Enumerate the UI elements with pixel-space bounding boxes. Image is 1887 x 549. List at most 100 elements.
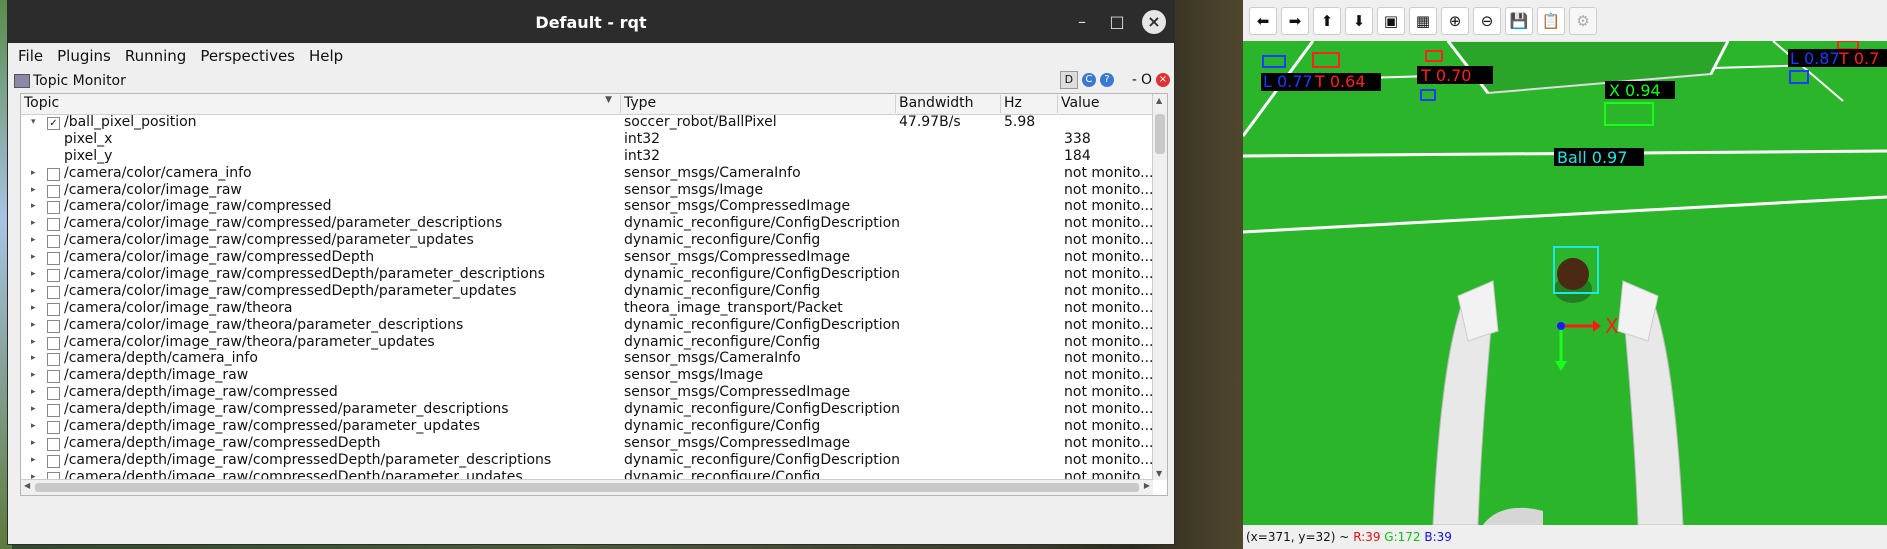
scroll-right-icon[interactable]: ▶: [1144, 481, 1150, 490]
table-row[interactable]: ▸ /camera/color/image_raw sensor_msgs/Imag…: [21, 182, 1153, 199]
monitor-checkbox[interactable]: [47, 404, 60, 418]
minimize-button[interactable]: –: [1070, 10, 1094, 34]
expand-right-icon[interactable]: ▸: [31, 435, 36, 452]
monitor-checkbox[interactable]: [47, 353, 60, 367]
monitor-checkbox[interactable]: [47, 319, 60, 333]
arrow-right-icon[interactable]: ➡: [1281, 6, 1309, 35]
menu-help[interactable]: Help: [309, 47, 343, 65]
menu-file[interactable]: File: [18, 47, 43, 65]
topic-type: dynamic_reconfigure/Config: [624, 333, 821, 350]
monitor-checkbox[interactable]: [47, 235, 60, 249]
menu-perspectives[interactable]: Perspectives: [200, 47, 295, 65]
monitor-checkbox[interactable]: [47, 167, 60, 181]
dock-close-icon[interactable]: ×: [1156, 73, 1170, 87]
table-row[interactable]: ▸ /camera/color/camera_info sensor_msgs/Ca…: [21, 165, 1153, 182]
help-icon[interactable]: ?: [1099, 73, 1114, 87]
monitor-checkbox[interactable]: [47, 421, 60, 435]
table-row[interactable]: ▸ /camera/color/image_raw/compressed/para…: [21, 215, 1153, 232]
expand-right-icon[interactable]: ▸: [31, 215, 36, 232]
table-row[interactable]: ▸ /camera/depth/image_raw/compressed/para…: [21, 418, 1153, 435]
expand-right-icon[interactable]: ▸: [31, 452, 36, 469]
monitor-checkbox[interactable]: [47, 285, 60, 299]
monitor-checkbox[interactable]: [47, 336, 60, 350]
table-row[interactable]: ▸ /camera/color/image_raw/theora/paramete…: [21, 334, 1153, 351]
expand-right-icon[interactable]: ▸: [31, 418, 36, 435]
copy-icon[interactable]: 📋: [1537, 6, 1565, 35]
header-hz[interactable]: Hz: [1001, 95, 1058, 113]
table-row[interactable]: ▸ /camera/color/image_raw/compressedDepth…: [21, 249, 1153, 266]
vertical-scroll-thumb[interactable]: [1155, 114, 1165, 154]
horizontal-scroll-thumb[interactable]: [35, 483, 1139, 492]
table-row[interactable]: ▸ /camera/depth/image_raw/compressedDepth…: [21, 452, 1153, 469]
properties-icon[interactable]: ⚙: [1569, 6, 1597, 35]
monitor-checkbox[interactable]: [47, 184, 60, 198]
monitor-checkbox[interactable]: [47, 454, 60, 468]
table-row[interactable]: ▸ /camera/color/image_raw/compressedDepth…: [21, 266, 1153, 283]
expand-right-icon[interactable]: ▸: [31, 300, 36, 317]
camera-image[interactable]: L 0.77 T 0.64 T 0.70 X 0.94 Ball 0.97 L …: [1243, 41, 1887, 525]
expand-right-icon[interactable]: ▸: [31, 182, 36, 199]
menu-plugins[interactable]: Plugins: [57, 47, 111, 65]
expand-right-icon[interactable]: ▸: [31, 283, 36, 300]
zoom-in-icon[interactable]: ⊕: [1441, 6, 1469, 35]
save-icon[interactable]: 💾: [1505, 6, 1533, 35]
dock-float-button[interactable]: O: [1141, 72, 1152, 88]
table-row[interactable]: pixel_x int32 338: [21, 131, 1153, 148]
dock-d-button[interactable]: D: [1059, 71, 1078, 89]
expand-right-icon[interactable]: ▸: [31, 401, 36, 418]
expand-right-icon[interactable]: ▸: [31, 350, 36, 367]
table-row[interactable]: ▾ ✓ /ball_pixel_position soccer_robot/BallP…: [21, 114, 1153, 131]
monitor-checkbox[interactable]: [47, 252, 60, 266]
header-type[interactable]: Type: [621, 95, 896, 113]
scroll-up-icon[interactable]: ▲: [1156, 96, 1162, 105]
horizontal-scrollbar[interactable]: ◀ ▶: [21, 479, 1153, 495]
header-topic[interactable]: Topic ▼: [21, 95, 621, 113]
arrow-left-icon[interactable]: ⬅: [1249, 6, 1277, 35]
header-bandwidth[interactable]: Bandwidth: [896, 95, 1001, 113]
monitor-checkbox[interactable]: [47, 201, 60, 215]
monitor-checkbox[interactable]: [47, 302, 60, 316]
table-row[interactable]: ▸ /camera/depth/image_raw/compressedDepth…: [21, 435, 1153, 452]
zoom-out-icon[interactable]: ⊖: [1473, 6, 1501, 35]
table-row[interactable]: ▸ /camera/depth/image_raw/compressed senso…: [21, 384, 1153, 401]
scroll-down-icon[interactable]: ▼: [1156, 469, 1162, 478]
expand-right-icon[interactable]: ▸: [31, 266, 36, 283]
table-row[interactable]: ▸ /camera/depth/image_raw/compressed/para…: [21, 401, 1153, 418]
monitor-checkbox[interactable]: [47, 269, 60, 283]
expand-right-icon[interactable]: ▸: [31, 165, 36, 182]
expand-right-icon[interactable]: ▸: [31, 198, 36, 215]
maximize-button[interactable]: □: [1105, 10, 1129, 34]
expand-right-icon[interactable]: ▸: [31, 249, 36, 266]
monitor-checkbox[interactable]: [47, 218, 60, 232]
table-row[interactable]: ▸ /camera/color/image_raw/theora/paramete…: [21, 317, 1153, 334]
image-icon[interactable]: ▣: [1377, 6, 1405, 35]
table-row[interactable]: ▸ /camera/color/image_raw/compressedDepth…: [21, 283, 1153, 300]
table-row[interactable]: ▸ /camera/color/image_raw/compressed/para…: [21, 232, 1153, 249]
arrow-up-icon[interactable]: ⬆: [1313, 6, 1341, 35]
image-settings-icon[interactable]: ▦: [1409, 6, 1437, 35]
table-row[interactable]: ▸ /camera/depth/image_raw sensor_msgs/Imag…: [21, 367, 1153, 384]
scroll-left-icon[interactable]: ◀: [24, 481, 30, 490]
vertical-scrollbar[interactable]: ▲ ▼: [1152, 94, 1167, 480]
table-row[interactable]: ▸ /camera/depth/camera_info sensor_msgs/Ca…: [21, 350, 1153, 367]
close-button[interactable]: ×: [1142, 10, 1166, 34]
monitor-checkbox[interactable]: [47, 437, 60, 451]
table-row[interactable]: ▸ /camera/color/image_raw/theora theora_im…: [21, 300, 1153, 317]
monitor-checkbox[interactable]: ✓: [47, 117, 60, 130]
expand-right-icon[interactable]: ▸: [31, 334, 36, 351]
expand-right-icon[interactable]: ▸: [31, 317, 36, 334]
table-row[interactable]: ▸ /camera/color/image_raw/compressed senso…: [21, 198, 1153, 215]
monitor-checkbox[interactable]: [47, 370, 60, 384]
menu-running[interactable]: Running: [125, 47, 186, 65]
expand-right-icon[interactable]: ▸: [31, 232, 36, 249]
header-value[interactable]: Value: [1058, 95, 1158, 113]
arrow-down-icon[interactable]: ⬇: [1345, 6, 1373, 35]
dock-minimize-button[interactable]: -: [1132, 72, 1137, 88]
window-titlebar[interactable]: Default - rqt – □ ×: [8, 1, 1174, 43]
expand-right-icon[interactable]: ▸: [31, 384, 36, 401]
monitor-checkbox[interactable]: [47, 387, 60, 401]
expand-down-icon[interactable]: ▾: [31, 114, 36, 131]
expand-right-icon[interactable]: ▸: [31, 367, 36, 384]
reload-icon[interactable]: C: [1081, 73, 1096, 87]
table-row[interactable]: pixel_y int32 184: [21, 148, 1153, 165]
